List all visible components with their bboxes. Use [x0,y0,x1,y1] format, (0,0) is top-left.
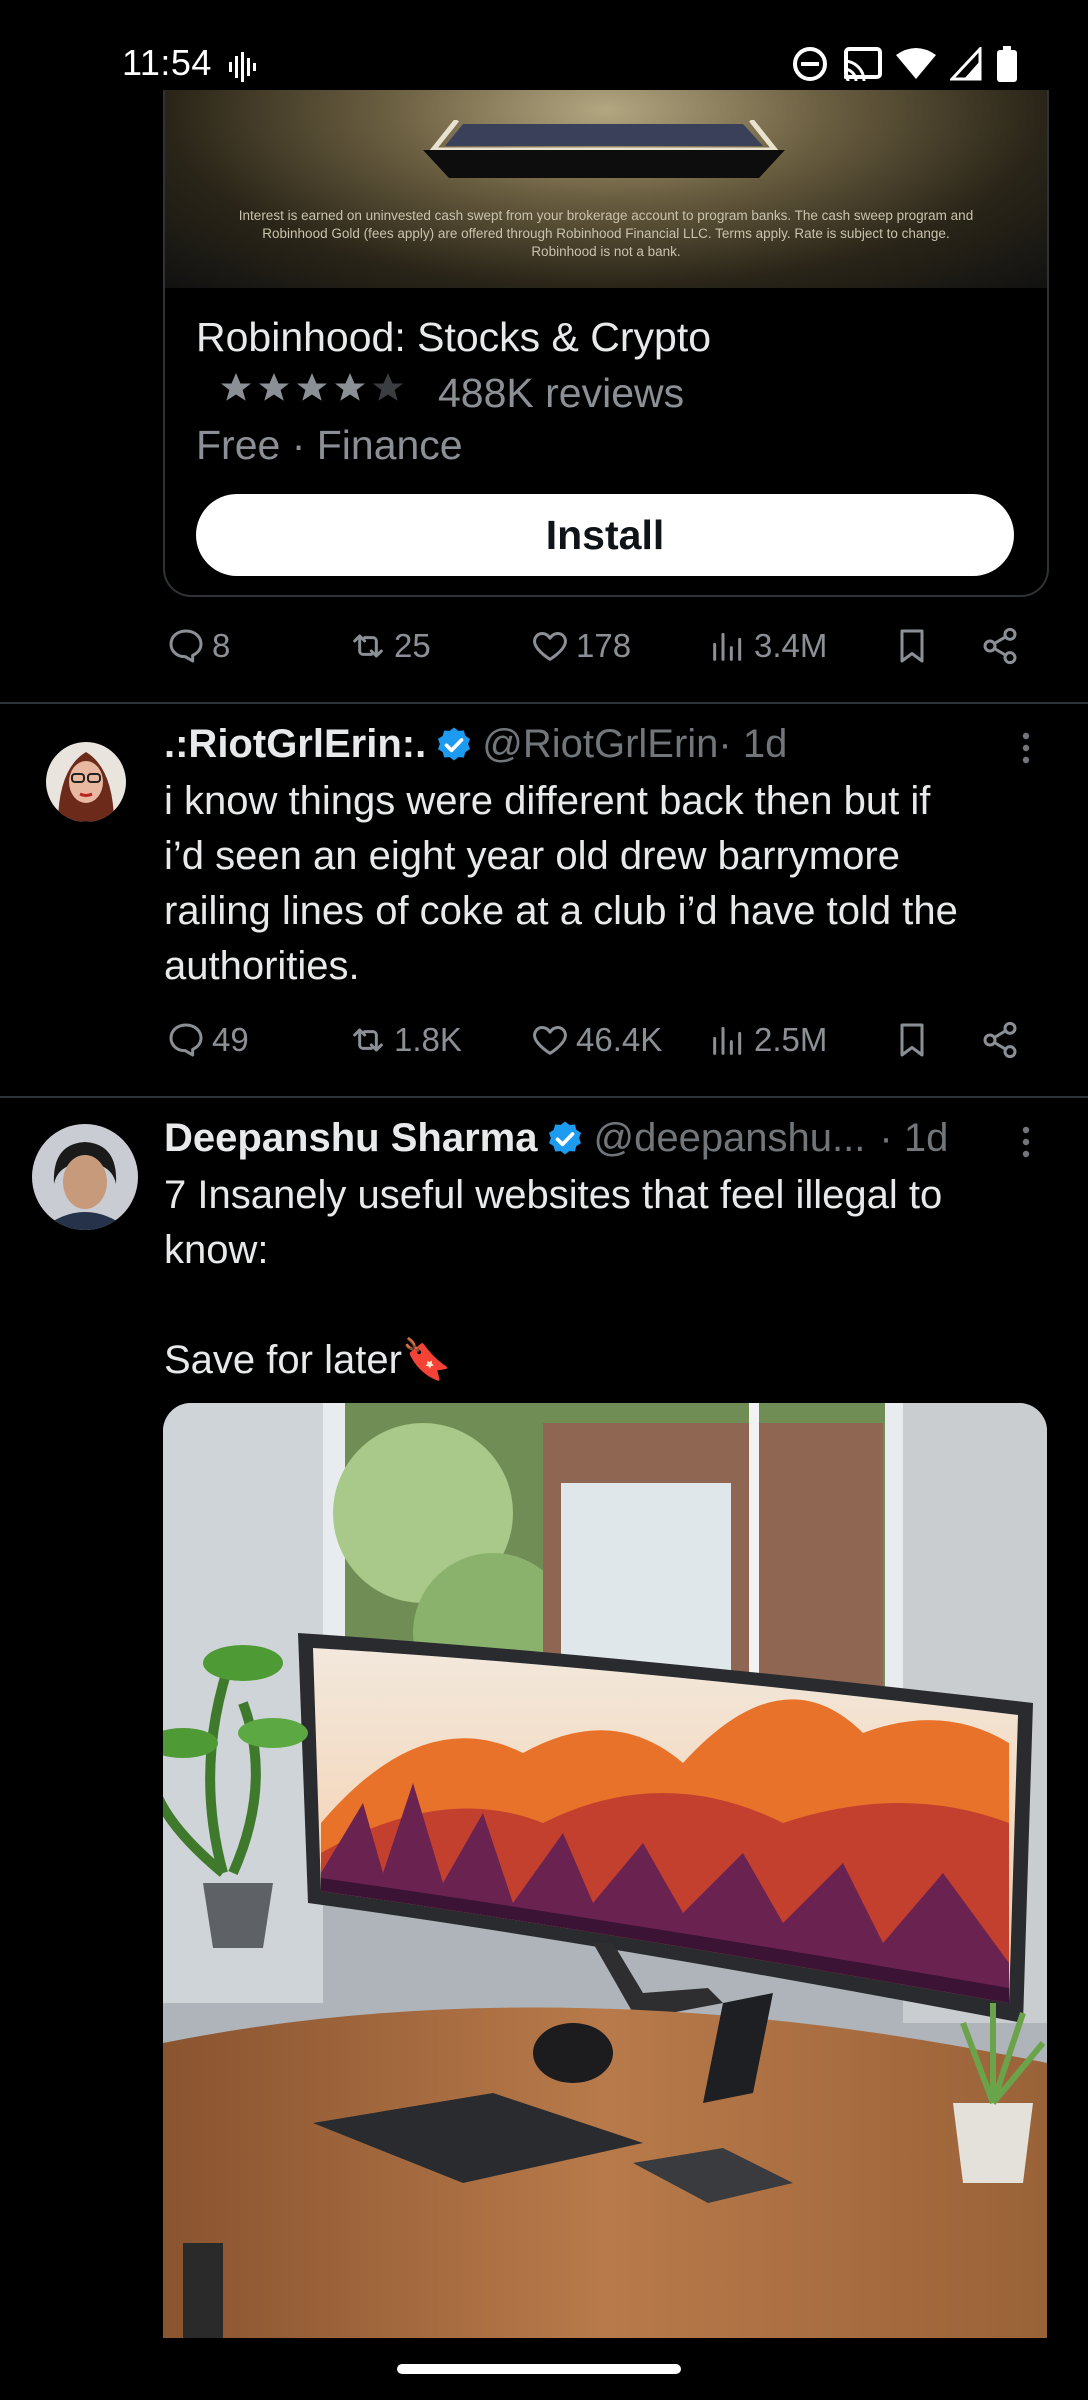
rating-stars [218,370,406,406]
status-icons [792,46,1018,82]
avatar[interactable] [32,1124,138,1230]
divider [0,702,1088,704]
voice-activity-icon [229,52,256,82]
laptop-illustration [423,120,785,178]
install-button[interactable]: Install [196,494,1014,576]
review-count: 488K reviews [438,370,685,416]
wifi-icon [896,48,936,79]
author-name[interactable]: Deepanshu Sharma [164,1116,537,1161]
analytics-icon [713,1026,742,1055]
bookmark-icon [900,629,924,663]
heart-icon [533,632,567,661]
reply-count: 8 [212,627,231,664]
heart-icon [533,1026,567,1055]
repost-icon [353,1028,383,1052]
app-name: Robinhood: Stocks & Crypto [196,314,712,360]
like-button[interactable]: 46.4K [530,1020,662,1060]
do-not-disturb-icon [793,47,827,81]
share-icon [983,627,1017,665]
avatar[interactable] [46,730,126,834]
avatar-image [46,742,126,822]
author-handle[interactable]: @deepanshu... [593,1116,865,1161]
repost-button[interactable]: 25 [348,626,431,666]
like-count: 46.4K [576,1021,663,1058]
cellular-signal-icon [950,47,982,81]
star-filled-icon [221,373,251,401]
reply-icon [169,629,203,663]
bookmark-button[interactable] [892,1020,932,1060]
star-filled-icon [297,373,327,401]
more-options-icon[interactable] [1014,728,1038,768]
share-icon [983,1021,1017,1059]
views-button[interactable]: 3.4M [708,626,827,666]
reply-button[interactable]: 49 [166,1020,249,1060]
author-name[interactable]: .:RiotGrlErin:. [164,722,426,767]
bookmark-button[interactable] [892,626,932,666]
repost-count: 25 [394,627,431,664]
share-button[interactable] [980,626,1020,666]
more-options-icon[interactable] [1014,1122,1038,1162]
view-count: 3.4M [754,627,828,664]
views-button[interactable]: 2.5M [708,1020,827,1060]
avatar-image [32,1124,138,1230]
tweet-media-image[interactable] [163,1403,1047,2338]
tweet-action-bar: 49 1.8K 46.4K 2.5M [166,1020,1026,1070]
repost-button[interactable]: 1.8K [348,1020,462,1060]
app-meta: Free · Finance [196,422,463,468]
star-empty-icon [373,373,403,401]
divider [0,1096,1088,1098]
reply-count: 49 [212,1021,249,1058]
verified-badge-icon [438,727,471,760]
tweet-header: Deepanshu Sharma @deepanshu... · 1d [164,1116,948,1161]
tweet-time: · 1d [718,722,788,766]
like-button[interactable]: 178 [530,626,631,666]
ad-action-bar: 8 25 178 3.4M [166,626,1026,676]
view-count: 2.5M [754,1021,828,1058]
desk-setup-photo [163,1403,1047,2338]
ad-disclaimer: Interest is earned on uninvested cash sw… [238,208,974,259]
star-filled-icon [259,373,289,401]
tweet-text: 7 Insanely useful websites that feel ill… [164,1173,943,1382]
cast-icon [843,47,882,81]
star-filled-icon [335,373,365,401]
status-time: 11:54 [122,42,212,83]
share-button[interactable] [980,1020,1020,1060]
author-handle[interactable]: @RiotGrlErin [482,722,718,767]
battery-icon [997,46,1017,82]
home-indicator[interactable] [397,2364,681,2374]
reply-button[interactable]: 8 [166,626,230,666]
reply-icon [169,1023,203,1057]
repost-icon [353,634,383,658]
bookmark-icon [900,1023,924,1057]
tweet-header: .:RiotGrlErin:. @RiotGrlErin · 1d [164,722,787,767]
tweet-text: i know things were different back then b… [164,779,958,988]
verified-badge-icon [549,1121,582,1154]
tweet-time: · 1d [879,1116,949,1160]
ad-banner-image: Interest is earned on uninvested cash sw… [165,90,1047,288]
analytics-icon [713,632,742,661]
like-count: 178 [576,627,632,664]
repost-count: 1.8K [394,1021,462,1058]
